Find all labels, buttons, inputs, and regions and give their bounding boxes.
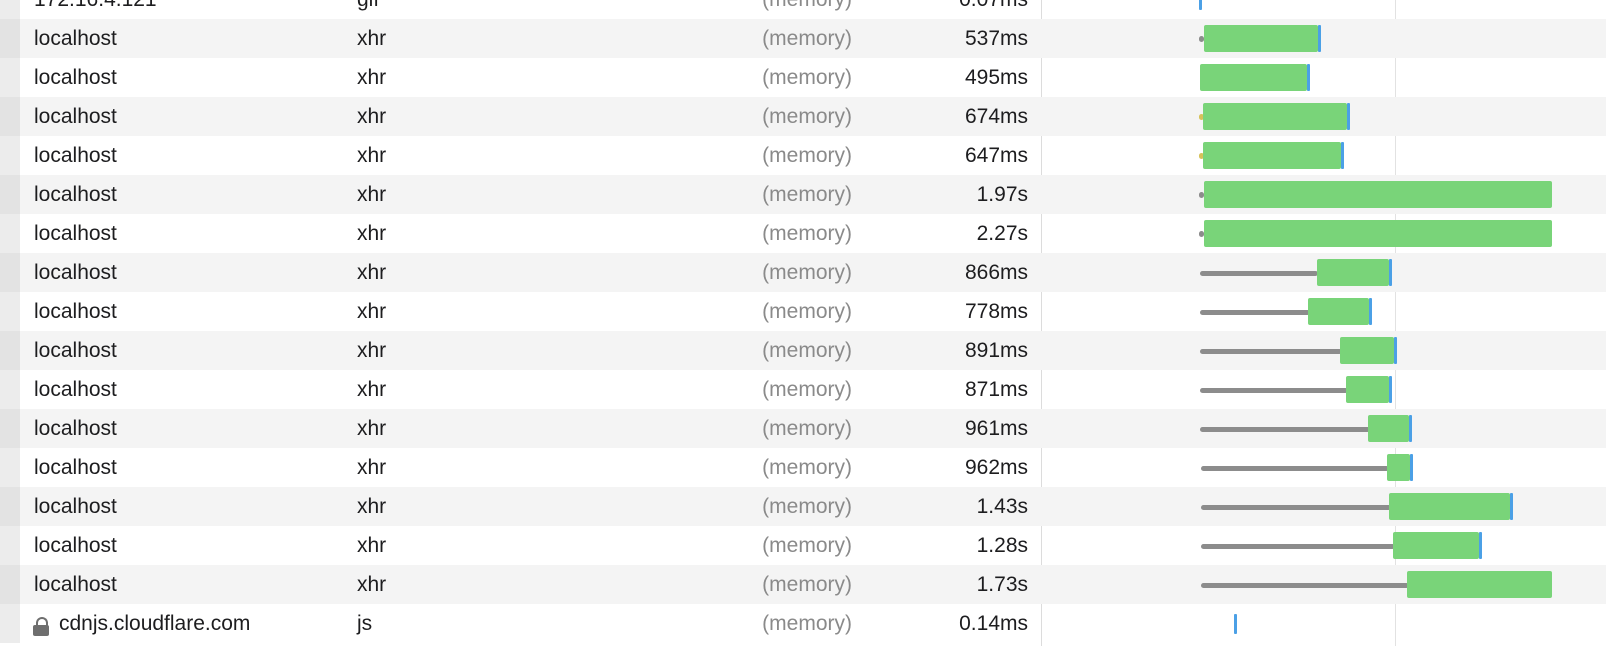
table-row[interactable]: localhost xhr (memory) 1.73s (0, 565, 1606, 604)
table-row[interactable]: localhost xhr (memory) 962ms (0, 448, 1606, 487)
waterfall-bar (0, 0, 1606, 19)
receiving-segment (1203, 103, 1350, 130)
receiving-end-marker (1389, 376, 1392, 403)
waterfall-bar (0, 331, 1606, 370)
receiving-end-marker (1307, 64, 1310, 91)
receiving-segment (1393, 532, 1482, 559)
waterfall-bar (0, 448, 1606, 487)
table-row[interactable]: localhost xhr (memory) 537ms (0, 19, 1606, 58)
waiting-segment (1200, 349, 1342, 354)
receiving-segment (1204, 220, 1552, 247)
table-row[interactable]: localhost xhr (memory) 961ms (0, 409, 1606, 448)
waterfall-bar (0, 370, 1606, 409)
receiving-end-marker (1341, 142, 1344, 169)
waterfall-bar (0, 604, 1606, 643)
waiting-segment (1200, 271, 1318, 276)
receiving-segment (1317, 259, 1392, 286)
table-row[interactable]: cdnjs.cloudflare.com js (memory) 0.14ms (0, 604, 1606, 643)
table-row[interactable]: localhost xhr (memory) 778ms (0, 292, 1606, 331)
waiting-segment (1201, 544, 1395, 549)
waiting-segment (1201, 583, 1409, 588)
receiving-end-marker (1479, 532, 1482, 559)
waterfall-bar (0, 175, 1606, 214)
waterfall-marker (1234, 614, 1237, 634)
receiving-segment (1368, 415, 1412, 442)
receiving-end-marker (1347, 103, 1350, 130)
receiving-end-marker (1510, 493, 1513, 520)
waiting-segment (1201, 466, 1389, 471)
waterfall-bar (0, 487, 1606, 526)
table-row[interactable]: localhost xhr (memory) 871ms (0, 370, 1606, 409)
waiting-segment (1200, 388, 1348, 393)
receiving-segment (1346, 376, 1392, 403)
table-row[interactable]: localhost xhr (memory) 674ms (0, 97, 1606, 136)
table-row[interactable]: localhost xhr (memory) 495ms (0, 58, 1606, 97)
receiving-segment (1204, 25, 1321, 52)
waterfall-bar (0, 526, 1606, 565)
table-row[interactable]: 172.16.4.121gif(memory)0.07ms (0, 0, 1606, 19)
waterfall-bar (0, 58, 1606, 97)
receiving-segment (1200, 64, 1310, 91)
table-row[interactable]: localhost xhr (memory) 647ms (0, 136, 1606, 175)
waiting-segment (1200, 310, 1310, 315)
table-row[interactable]: localhost xhr (memory) 891ms (0, 331, 1606, 370)
receiving-end-marker (1409, 415, 1412, 442)
receiving-end-marker (1389, 259, 1392, 286)
table-row[interactable]: localhost xhr (memory) 1.28s (0, 526, 1606, 565)
waiting-segment (1201, 505, 1391, 510)
receiving-end-marker (1410, 454, 1413, 481)
waterfall-marker (1199, 0, 1202, 10)
waterfall-bar (0, 97, 1606, 136)
receiving-segment (1203, 142, 1344, 169)
waterfall-bar (0, 136, 1606, 175)
receiving-end-marker (1318, 25, 1321, 52)
network-requests-table: 172.16.4.121gif(memory)0.07mslocalhostxh… (0, 0, 1606, 643)
receiving-segment (1204, 181, 1552, 208)
receiving-segment (1407, 571, 1552, 598)
receiving-segment (1389, 493, 1513, 520)
table-row[interactable]: localhost xhr (memory) 2.27s (0, 214, 1606, 253)
waiting-segment (1200, 427, 1370, 432)
waterfall-bar (0, 565, 1606, 604)
receiving-end-marker (1369, 298, 1372, 325)
table-row[interactable]: localhost xhr (memory) 1.97s (0, 175, 1606, 214)
waterfall-bar (0, 19, 1606, 58)
table-row[interactable]: localhost xhr (memory) 1.43s (0, 487, 1606, 526)
waterfall-bar (0, 253, 1606, 292)
waterfall-bar (0, 292, 1606, 331)
waterfall-bar (0, 214, 1606, 253)
receiving-end-marker (1394, 337, 1397, 364)
receiving-segment (1387, 454, 1413, 481)
receiving-segment (1308, 298, 1372, 325)
receiving-segment (1340, 337, 1397, 364)
table-row[interactable]: localhost xhr (memory) 866ms (0, 253, 1606, 292)
waterfall-bar (0, 409, 1606, 448)
